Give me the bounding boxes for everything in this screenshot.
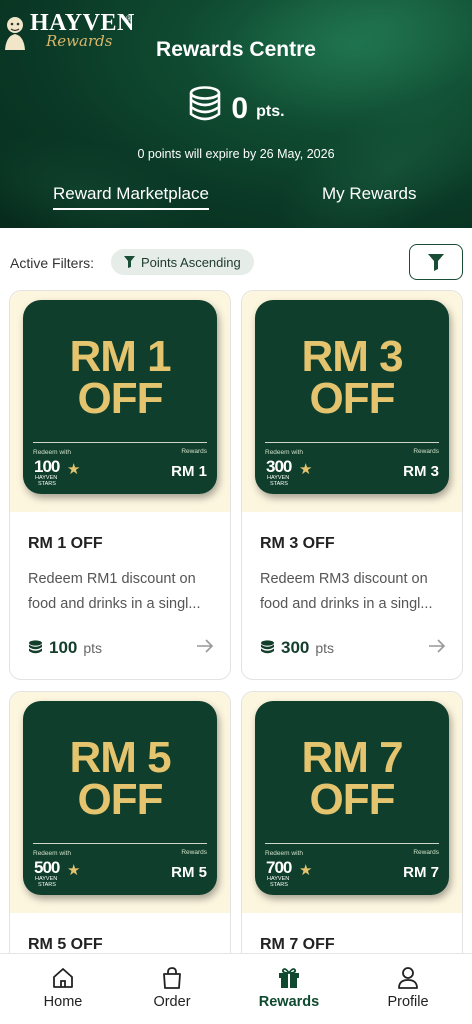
voucher-off: OFF — [309, 374, 396, 423]
reward-image: RM 5 OFF Redeem with 500 ★ HAYVEN STARS R… — [10, 692, 230, 913]
reward-card[interactable]: RM 1 OFF Redeem with 100 ★ HAYVEN STARS R… — [9, 290, 231, 680]
voucher-stars-count: 100 — [34, 457, 60, 476]
star-icon: ★ — [299, 862, 313, 879]
voucher-rm-value: RM 7 — [403, 864, 439, 881]
coins-stack-icon — [261, 640, 274, 654]
coins-stack-icon — [29, 640, 42, 654]
tab-my-rewards[interactable]: My Rewards — [322, 184, 416, 204]
voucher-stars-count: 300 — [266, 457, 292, 476]
tab-reward-marketplace[interactable]: Reward Marketplace — [53, 184, 209, 210]
reward-points-unit: pts — [83, 640, 103, 656]
voucher-off: OFF — [309, 775, 396, 824]
registered-mark: ® — [126, 14, 132, 23]
funnel-icon — [428, 253, 444, 271]
voucher-stars-count: 700 — [266, 858, 292, 877]
header-decoration — [0, 116, 208, 228]
voucher-redeem-label: Redeem with — [265, 850, 303, 857]
points-expiry-text: 0 points will expire by 26 May, 2026 — [137, 147, 335, 161]
points-balance: 0 pts. — [0, 86, 472, 124]
gift-icon — [279, 968, 299, 988]
voucher-off: OFF — [77, 775, 164, 824]
voucher-rewards-label: Rewards — [413, 448, 439, 455]
page-title: Rewards Centre — [156, 38, 316, 61]
voucher-redeem-label: Redeem with — [33, 449, 71, 456]
rewards-header: HAYVEN ® Rewards Rewards Centre 0 pts. 0… — [0, 0, 472, 228]
voucher-stars-label: HAYVEN STARS — [267, 475, 290, 487]
nav-label: Profile — [387, 994, 429, 1010]
voucher-divider — [265, 442, 439, 443]
nav-label: Home — [43, 994, 83, 1010]
voucher-redeem-label: Redeem with — [33, 850, 71, 857]
reward-points-value: 300 — [281, 638, 310, 657]
reward-description: Redeem RM3 discount on food and drinks i… — [260, 571, 433, 612]
points-value: 0 — [231, 92, 249, 125]
reward-image: RM 3 OFF Redeem with 300 ★ HAYVEN STARS R… — [242, 291, 462, 512]
voucher-rm-value: RM 1 — [171, 463, 207, 480]
reward-title: RM 7 OFF — [260, 936, 335, 953]
filter-button[interactable] — [409, 244, 463, 280]
nav-item-order[interactable]: Order — [113, 954, 231, 1024]
voucher-rewards-label: Rewards — [413, 849, 439, 856]
nav-label: Order — [153, 994, 191, 1010]
bottom-navigation: Home Order Rewards Profile — [0, 953, 472, 1024]
reward-image: RM 1 OFF Redeem with 100 ★ HAYVEN STARS R… — [10, 291, 230, 512]
home-icon — [53, 968, 73, 988]
voucher-rm-value: RM 5 — [171, 864, 207, 881]
voucher-divider — [265, 843, 439, 844]
voucher-divider — [33, 843, 207, 844]
voucher-stars-label: HAYVEN STARS — [35, 876, 58, 888]
nav-item-profile[interactable]: Profile — [349, 954, 467, 1024]
voucher-redeem-label: Redeem with — [265, 449, 303, 456]
arrow-right-icon[interactable] — [196, 639, 214, 653]
reward-points: 100 pts — [28, 638, 102, 658]
reward-description: Redeem RM1 discount on food and drinks i… — [28, 571, 201, 612]
voucher-amount: RM 7 — [301, 733, 403, 782]
nav-item-rewards[interactable]: Rewards — [230, 954, 348, 1024]
arrow-right-icon[interactable] — [428, 639, 446, 653]
reward-points-value: 100 — [49, 638, 78, 657]
voucher-rm-value: RM 3 — [403, 463, 439, 480]
reward-title: RM 5 OFF — [28, 936, 103, 953]
reward-image: RM 7 OFF Redeem with 700 ★ HAYVEN STARS R… — [242, 692, 462, 913]
shopping-bag-icon — [163, 967, 181, 989]
voucher-stars-count: 500 — [34, 858, 60, 877]
reward-points-unit: pts — [315, 640, 335, 656]
voucher-divider — [33, 442, 207, 443]
points-unit: pts. — [256, 103, 285, 120]
voucher-rewards-label: Rewards — [181, 448, 207, 455]
voucher-graphic: RM 7 OFF Redeem with 700 ★ HAYVEN STARS R… — [255, 701, 449, 895]
voucher-off: OFF — [77, 374, 164, 423]
reward-title: RM 1 OFF — [28, 535, 103, 552]
filter-bar: Active Filters: Points Ascending — [0, 244, 472, 282]
active-filters-label: Active Filters: — [10, 255, 95, 271]
user-icon — [398, 967, 418, 989]
reward-card[interactable]: RM 5 OFF Redeem with 500 ★ HAYVEN STARS R… — [9, 691, 231, 981]
filter-chip-label: Points Ascending — [141, 254, 241, 270]
voucher-stars-label: HAYVEN STARS — [267, 876, 290, 888]
voucher-amount: RM 1 — [69, 332, 171, 381]
star-icon: ★ — [299, 461, 313, 478]
nav-label: Rewards — [258, 994, 320, 1010]
nav-item-home[interactable]: Home — [4, 954, 122, 1024]
voucher-amount: RM 3 — [301, 332, 403, 381]
funnel-icon — [124, 256, 135, 268]
voucher-graphic: RM 3 OFF Redeem with 300 ★ HAYVEN STARS R… — [255, 300, 449, 494]
star-icon: ★ — [67, 461, 81, 478]
reward-points: 300 pts — [260, 638, 334, 658]
voucher-rewards-label: Rewards — [181, 849, 207, 856]
voucher-graphic: RM 1 OFF Redeem with 100 ★ HAYVEN STARS R… — [23, 300, 217, 494]
star-icon: ★ — [67, 862, 81, 879]
voucher-stars-label: HAYVEN STARS — [35, 475, 58, 487]
voucher-graphic: RM 5 OFF Redeem with 500 ★ HAYVEN STARS R… — [23, 701, 217, 895]
voucher-amount: RM 5 — [69, 733, 171, 782]
coins-stack-icon — [190, 86, 221, 121]
reward-card[interactable]: RM 3 OFF Redeem with 300 ★ HAYVEN STARS R… — [241, 290, 463, 680]
reward-title: RM 3 OFF — [260, 535, 335, 552]
reward-card[interactable]: RM 7 OFF Redeem with 700 ★ HAYVEN STARS R… — [241, 691, 463, 981]
filter-chip-points-ascending[interactable]: Points Ascending — [111, 249, 254, 275]
